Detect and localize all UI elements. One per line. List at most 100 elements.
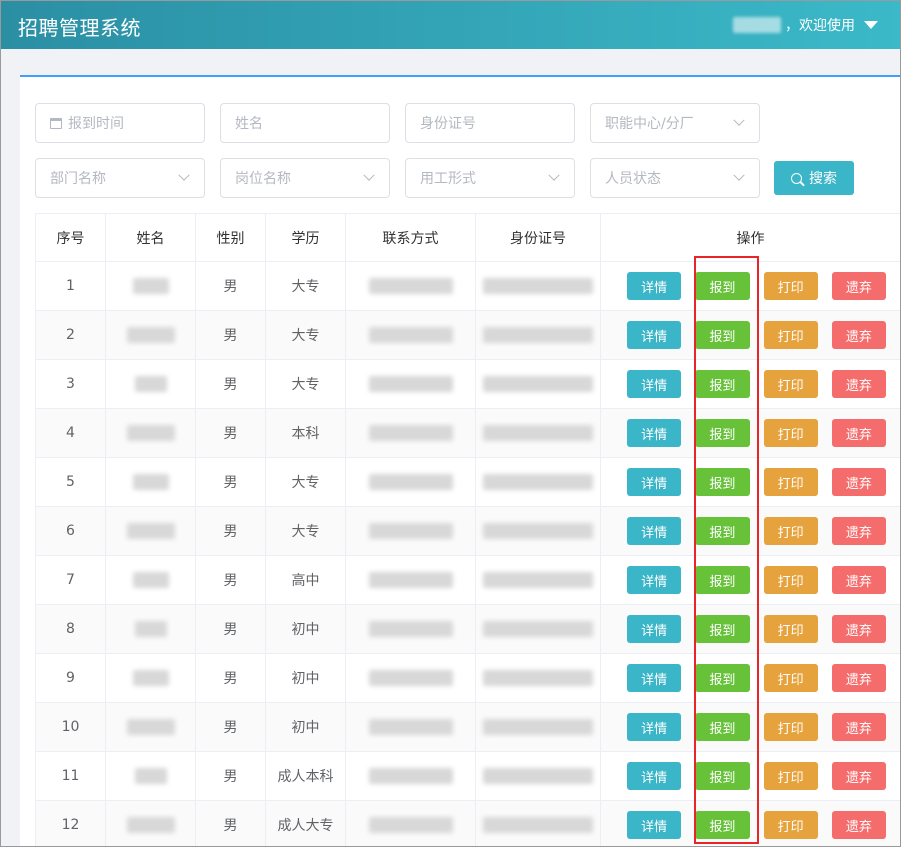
row-id-redacted [475, 653, 601, 703]
abandon-button[interactable]: 遗弃 [831, 419, 886, 447]
row-education: 大专 [265, 310, 346, 360]
report-button[interactable]: 报到 [695, 762, 750, 790]
report-button[interactable]: 报到 [695, 664, 750, 692]
detail-button[interactable]: 详情 [627, 811, 682, 839]
print-button[interactable]: 打印 [763, 566, 818, 594]
print-button[interactable]: 打印 [763, 468, 818, 496]
report-button[interactable]: 报到 [695, 370, 750, 398]
id-number-input[interactable]: 身份证号 [405, 103, 575, 143]
print-button[interactable]: 打印 [763, 811, 818, 839]
table-row: 9 男初中 详情 报到 打印 遗弃 [35, 653, 900, 703]
report-button[interactable]: 报到 [695, 615, 750, 643]
search-icon [791, 172, 802, 184]
table-row: 11 男成人本科 详情 报到 打印 遗弃 [35, 751, 900, 801]
report-button[interactable]: 报到 [695, 566, 750, 594]
abandon-button[interactable]: 遗弃 [831, 811, 886, 839]
abandon-button[interactable]: 遗弃 [831, 615, 886, 643]
report-button[interactable]: 报到 [695, 272, 750, 300]
report-button[interactable]: 报到 [695, 517, 750, 545]
name-input[interactable]: 姓名 [220, 103, 390, 143]
print-button[interactable]: 打印 [763, 615, 818, 643]
detail-button[interactable]: 详情 [627, 468, 682, 496]
center-select[interactable]: 职能中心/分厂 [590, 103, 760, 143]
print-button[interactable]: 打印 [763, 762, 818, 790]
abandon-button[interactable]: 遗弃 [831, 566, 886, 594]
print-button[interactable]: 打印 [763, 370, 818, 398]
row-id-redacted [475, 261, 601, 311]
print-button[interactable]: 打印 [763, 272, 818, 300]
print-button[interactable]: 打印 [763, 419, 818, 447]
print-button[interactable]: 打印 [763, 713, 818, 741]
row-index: 12 [35, 800, 106, 846]
col-gender: 性别 [195, 213, 266, 262]
row-contact-redacted [345, 261, 476, 311]
print-button[interactable]: 打印 [763, 664, 818, 692]
row-index: 1 [35, 261, 106, 311]
report-button[interactable]: 报到 [695, 321, 750, 349]
row-gender: 男 [195, 457, 266, 507]
report-button[interactable]: 报到 [695, 811, 750, 839]
user-menu[interactable]: ，欢迎使用 [733, 15, 878, 35]
detail-button[interactable]: 详情 [627, 762, 682, 790]
row-actions: 详情 报到 打印 遗弃 [600, 359, 900, 409]
username-redacted [733, 17, 781, 33]
abandon-button[interactable]: 遗弃 [831, 762, 886, 790]
row-index: 3 [35, 359, 106, 409]
detail-button[interactable]: 详情 [627, 370, 682, 398]
abandon-button[interactable]: 遗弃 [831, 321, 886, 349]
abandon-button[interactable]: 遗弃 [831, 272, 886, 300]
detail-button[interactable]: 详情 [627, 517, 682, 545]
row-gender: 男 [195, 555, 266, 605]
print-button[interactable]: 打印 [763, 321, 818, 349]
row-actions: 详情 报到 打印 遗弃 [600, 310, 900, 360]
detail-button[interactable]: 详情 [627, 272, 682, 300]
employment-type-select[interactable]: 用工形式 [405, 158, 575, 198]
position-select[interactable]: 岗位名称 [220, 158, 390, 198]
detail-button[interactable]: 详情 [627, 664, 682, 692]
report-button[interactable]: 报到 [695, 468, 750, 496]
row-education: 本科 [265, 408, 346, 458]
row-index: 6 [35, 506, 106, 556]
row-id-redacted [475, 310, 601, 360]
detail-button[interactable]: 详情 [627, 566, 682, 594]
report-button[interactable]: 报到 [695, 713, 750, 741]
caret-down-icon[interactable] [864, 21, 878, 29]
table-row: 3 男大专 详情 报到 打印 遗弃 [35, 359, 900, 409]
abandon-button[interactable]: 遗弃 [831, 713, 886, 741]
row-index: 4 [35, 408, 106, 458]
department-select[interactable]: 部门名称 [35, 158, 205, 198]
table-row: 8 男初中 详情 报到 打印 遗弃 [35, 604, 900, 654]
detail-button[interactable]: 详情 [627, 713, 682, 741]
row-contact-redacted [345, 506, 476, 556]
row-index: 11 [35, 751, 106, 801]
row-contact-redacted [345, 604, 476, 654]
table-row: 6 男大专 详情 报到 打印 遗弃 [35, 506, 900, 556]
row-education: 大专 [265, 261, 346, 311]
row-name-redacted [105, 702, 196, 752]
row-id-redacted [475, 604, 601, 654]
row-id-redacted [475, 751, 601, 801]
abandon-button[interactable]: 遗弃 [831, 370, 886, 398]
report-time-picker[interactable]: 报到时间 [35, 103, 205, 143]
row-index: 8 [35, 604, 106, 654]
search-button[interactable]: 搜索 [774, 161, 854, 195]
row-id-redacted [475, 702, 601, 752]
abandon-button[interactable]: 遗弃 [831, 468, 886, 496]
row-index: 7 [35, 555, 106, 605]
row-index: 5 [35, 457, 106, 507]
app-window: 招聘管理系统 ，欢迎使用 报到时间 姓名 身份证号 职能中心/分厂 部门名称 岗 [0, 0, 901, 847]
table-header-row: 序号 姓名 性别 学历 联系方式 身份证号 操作 [35, 213, 900, 262]
detail-button[interactable]: 详情 [627, 419, 682, 447]
row-id-redacted [475, 408, 601, 458]
person-status-select[interactable]: 人员状态 [590, 158, 760, 198]
abandon-button[interactable]: 遗弃 [831, 664, 886, 692]
row-actions: 详情 报到 打印 遗弃 [600, 751, 900, 801]
report-button[interactable]: 报到 [695, 419, 750, 447]
abandon-button[interactable]: 遗弃 [831, 517, 886, 545]
detail-button[interactable]: 详情 [627, 321, 682, 349]
row-gender: 男 [195, 261, 266, 311]
row-contact-redacted [345, 751, 476, 801]
detail-button[interactable]: 详情 [627, 615, 682, 643]
print-button[interactable]: 打印 [763, 517, 818, 545]
row-contact-redacted [345, 310, 476, 360]
